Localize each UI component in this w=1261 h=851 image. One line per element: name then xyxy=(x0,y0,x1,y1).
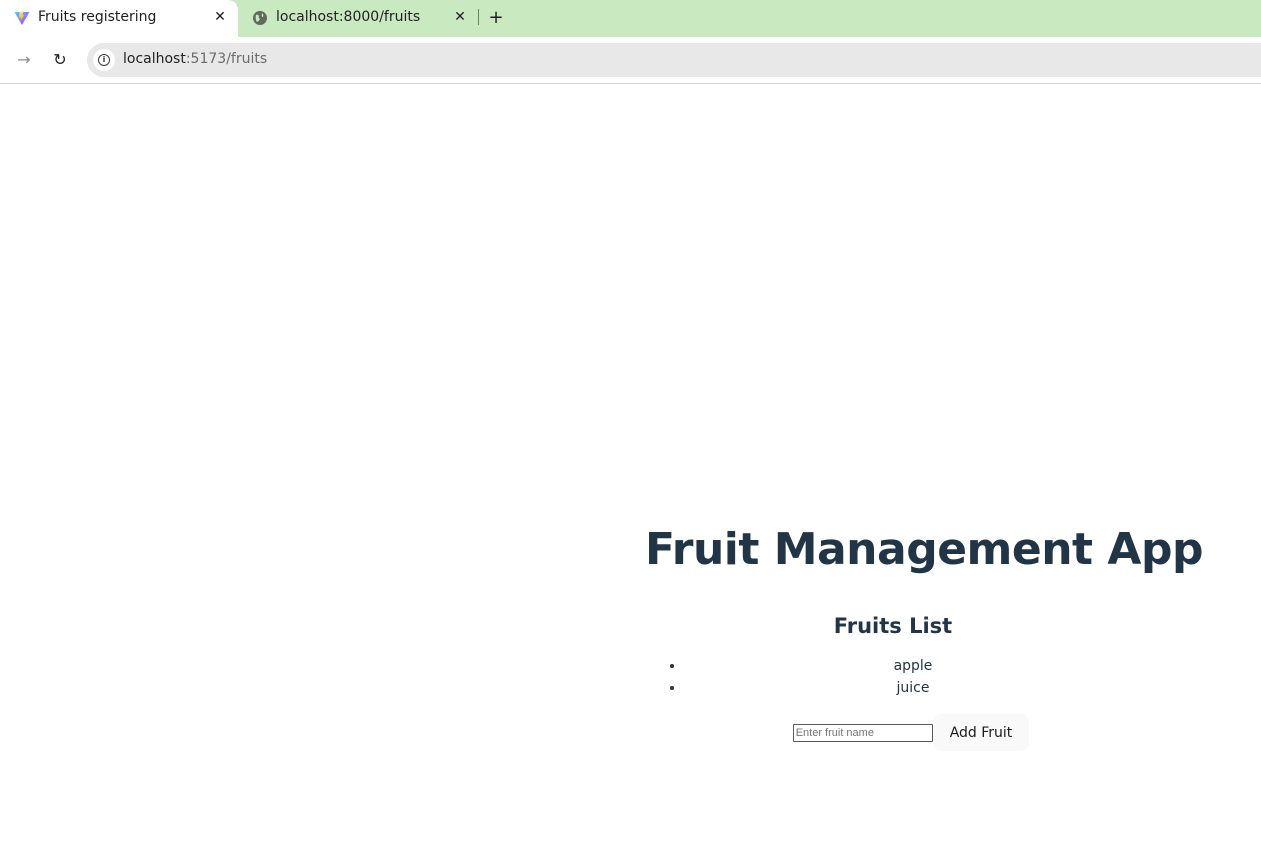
close-tab-icon[interactable]: ✕ xyxy=(212,9,228,25)
page-viewport: Fruit Management App Fruits List apple j… xyxy=(0,84,1261,851)
address-url[interactable]: localhost:5173/fruits xyxy=(123,51,267,67)
url-host: localhost xyxy=(123,51,186,67)
fruits-list-heading: Fruits List xyxy=(833,614,953,638)
add-fruit-button[interactable]: Add Fruit xyxy=(932,714,1030,751)
add-fruit-form: Add Fruit xyxy=(645,714,1141,751)
tab-localhost-8000[interactable]: localhost:8000/fruits ✕ xyxy=(238,0,478,37)
site-info-icon[interactable]: i xyxy=(93,49,115,71)
list-item: apple xyxy=(685,655,1141,677)
close-tab-icon[interactable]: ✕ xyxy=(452,9,468,25)
reload-icon[interactable]: ↻ xyxy=(49,49,71,71)
url-path: :5173/fruits xyxy=(185,51,268,67)
tab-strip: Fruits registering ✕ localhost:8000/frui… xyxy=(0,0,1261,37)
fruit-app: Fruit Management App Fruits List apple j… xyxy=(645,521,1203,751)
forward-arrow-icon[interactable]: → xyxy=(13,49,35,71)
tab-fruits-registering[interactable]: Fruits registering ✕ xyxy=(0,0,238,37)
fruit-list: apple juice xyxy=(645,655,1141,699)
list-item: juice xyxy=(685,677,1141,699)
vite-logo-icon xyxy=(14,11,30,25)
new-tab-icon[interactable]: + xyxy=(486,8,506,28)
fruit-name-input[interactable] xyxy=(792,723,933,742)
tab-title: Fruits registering xyxy=(38,9,157,25)
browser-window: Fruits registering ✕ localhost:8000/frui… xyxy=(0,0,1261,851)
globe-icon xyxy=(253,11,267,25)
address-bar[interactable]: i localhost:5173/fruits xyxy=(87,43,1261,77)
tab-title: localhost:8000/fruits xyxy=(276,9,421,25)
tab-separator xyxy=(478,9,479,25)
browser-toolbar: → ↻ i localhost:5173/fruits xyxy=(0,37,1261,84)
page-title: Fruit Management App xyxy=(645,524,1203,575)
